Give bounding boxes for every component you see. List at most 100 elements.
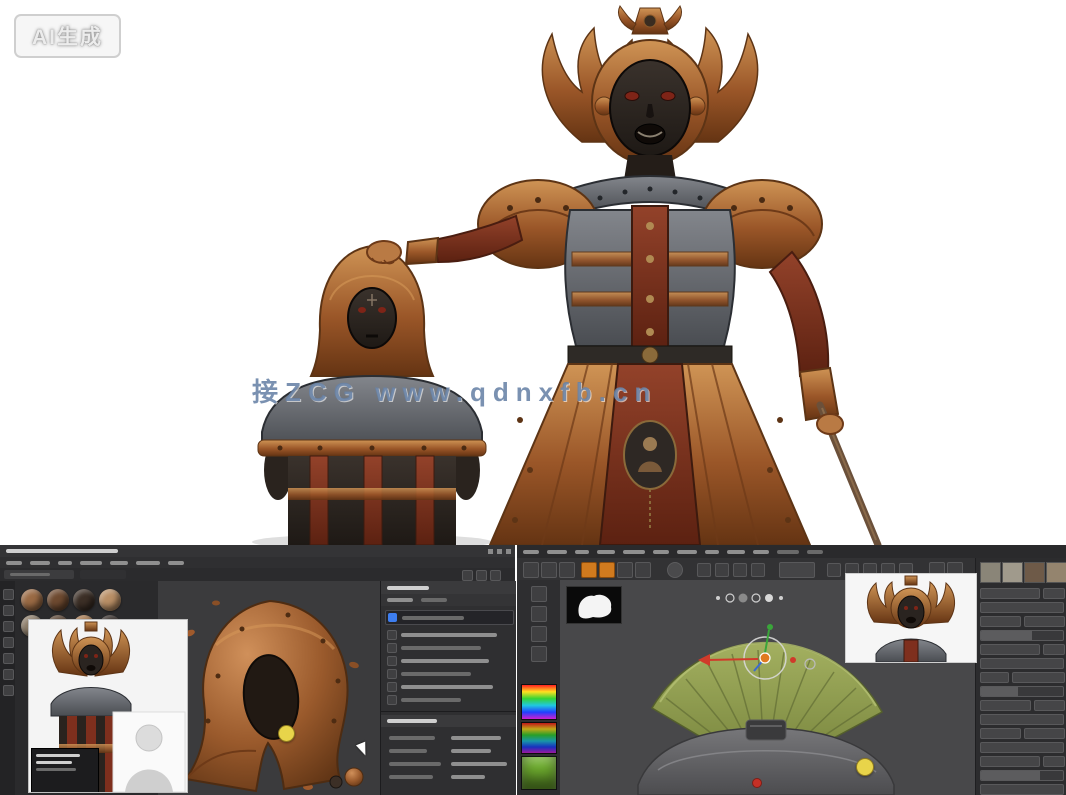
maximize-icon[interactable]	[497, 549, 502, 554]
panel-tabs[interactable]	[381, 594, 516, 606]
material-sphere[interactable]	[47, 589, 69, 611]
brush-alpha-thumbnail[interactable]	[566, 586, 622, 624]
minimize-icon[interactable]	[488, 549, 493, 554]
shelf-button[interactable]	[980, 714, 1064, 725]
tool-icon[interactable]	[541, 562, 557, 578]
eraser-tool-icon[interactable]	[3, 605, 14, 616]
shelf-button[interactable]	[980, 672, 1009, 683]
scale-mode-icon[interactable]	[635, 562, 651, 578]
document-tab[interactable]	[4, 570, 74, 579]
panel-header[interactable]	[381, 581, 516, 594]
helmet-model	[158, 581, 380, 795]
shelf-button[interactable]	[980, 658, 1064, 669]
shelf-button[interactable]	[980, 756, 1040, 767]
search-input[interactable]	[385, 610, 514, 625]
document-tab[interactable]	[80, 570, 126, 579]
move-mode-icon[interactable]	[617, 562, 633, 578]
material-sphere[interactable]	[73, 589, 95, 611]
sculpt-app-window	[517, 545, 1066, 795]
left-app-properties-panel	[380, 581, 516, 795]
shelf-button[interactable]	[1012, 672, 1065, 683]
sidebar-icon[interactable]	[531, 606, 547, 622]
section-header[interactable]	[381, 715, 516, 727]
edit-mode-button[interactable]	[581, 562, 597, 578]
layer-row[interactable]	[381, 641, 516, 654]
shelf-slider[interactable]	[980, 686, 1064, 697]
sidebar-icon[interactable]	[531, 626, 547, 642]
material-sphere[interactable]	[21, 589, 43, 611]
material-thumb[interactable]	[980, 562, 1001, 583]
screenshot-root: AI生成 接ZCG www.qdnxfb.cn	[0, 0, 1066, 795]
layer-row[interactable]	[381, 693, 516, 706]
shelf-button[interactable]	[980, 784, 1064, 795]
shelf-slider[interactable]	[980, 630, 1064, 641]
help-icon[interactable]	[490, 570, 501, 581]
red-marker-dot	[752, 778, 762, 788]
close-icon[interactable]	[506, 549, 511, 554]
alpha-shape	[567, 587, 621, 623]
shelf-controls	[980, 588, 1064, 795]
property-row[interactable]	[381, 757, 516, 770]
color-picker[interactable]	[521, 684, 557, 720]
symmetry-icon[interactable]	[697, 563, 711, 577]
smudge-tool-icon[interactable]	[3, 653, 14, 664]
toolbar-dropdown[interactable]	[779, 562, 815, 578]
floor-grid-icon[interactable]	[733, 563, 747, 577]
shelf-button[interactable]	[1043, 644, 1065, 655]
property-row[interactable]	[381, 744, 516, 757]
left-app-viewport[interactable]	[158, 581, 380, 795]
polyframe-icon[interactable]	[751, 563, 765, 577]
draw-mode-button[interactable]	[599, 562, 615, 578]
left-app-titlebar[interactable]	[0, 545, 515, 557]
sidebar-icon[interactable]	[531, 646, 547, 662]
projection-tool-icon[interactable]	[3, 621, 14, 632]
tool-icon[interactable]	[559, 562, 575, 578]
shelf-button[interactable]	[1043, 756, 1065, 767]
clone-tool-icon[interactable]	[3, 669, 14, 680]
property-row[interactable]	[381, 770, 516, 783]
shelf-button[interactable]	[1024, 616, 1065, 627]
active-color-swatch[interactable]	[521, 756, 557, 790]
left-app-tabbar	[0, 568, 515, 582]
shelf-button[interactable]	[980, 602, 1064, 613]
right-app-menubar[interactable]	[517, 545, 1066, 559]
material-thumb[interactable]	[1002, 562, 1023, 583]
shelf-button[interactable]	[980, 644, 1040, 655]
material-thumb[interactable]	[1046, 562, 1066, 583]
brush-tool-icon[interactable]	[3, 589, 14, 600]
layer-row[interactable]	[381, 667, 516, 680]
shelf-button[interactable]	[980, 700, 1031, 711]
reference-caption	[31, 748, 99, 793]
material-thumb[interactable]	[1024, 562, 1045, 583]
layer-row[interactable]	[381, 680, 516, 693]
shelf-button[interactable]	[980, 728, 1021, 739]
tool-icon[interactable]	[523, 562, 539, 578]
brush-size-icon[interactable]	[667, 562, 683, 578]
material-sphere[interactable]	[99, 589, 121, 611]
toolbar-icon[interactable]	[827, 563, 841, 577]
material-picker-icon[interactable]	[3, 685, 14, 696]
gradient-swatch[interactable]	[521, 722, 557, 754]
shelf-button[interactable]	[980, 616, 1021, 627]
filter-chip[interactable]	[388, 613, 397, 622]
settings-icon[interactable]	[476, 570, 487, 581]
left-app-menubar[interactable]	[0, 557, 515, 568]
layer-row[interactable]	[381, 628, 516, 641]
watermark-text: 接ZCG www.qdnxfb.cn	[252, 372, 852, 409]
right-app-toolcolumn	[517, 580, 561, 795]
shelf-slider[interactable]	[980, 770, 1064, 781]
shelf-button[interactable]	[1024, 728, 1065, 739]
shelf-button[interactable]	[980, 588, 1040, 599]
shelf-button[interactable]	[1034, 700, 1065, 711]
layout-icon[interactable]	[462, 570, 473, 581]
shelf-button[interactable]	[980, 742, 1064, 753]
property-row[interactable]	[381, 731, 516, 744]
sidebar-icon[interactable]	[531, 586, 547, 602]
shelf-button[interactable]	[1043, 588, 1065, 599]
reference-head-art	[846, 574, 976, 662]
character-render-area: AI生成 接ZCG www.qdnxfb.cn	[0, 0, 1066, 545]
polygon-fill-icon[interactable]	[3, 637, 14, 648]
layer-row[interactable]	[381, 654, 516, 667]
ai-generated-badge: AI生成	[14, 14, 121, 58]
perspective-icon[interactable]	[715, 563, 729, 577]
